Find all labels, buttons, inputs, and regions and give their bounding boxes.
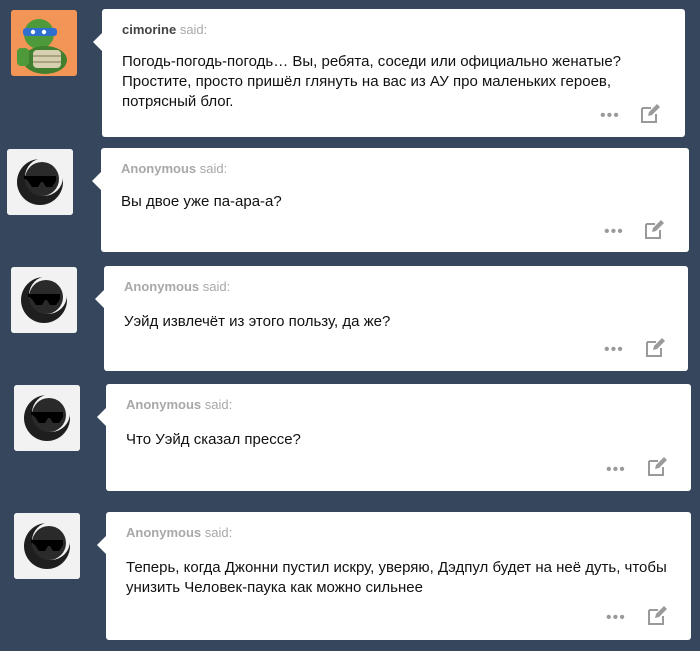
asker-line: Anonymous said:: [126, 525, 232, 540]
asker-name[interactable]: cimorine: [122, 22, 176, 37]
asker-name: Anonymous: [124, 279, 200, 294]
ask-card: Anonymous said: Уэйд извлечёт из этого п…: [95, 266, 688, 371]
asker-line: Anonymous said:: [126, 397, 232, 412]
more-dots-icon[interactable]: •••: [606, 610, 626, 626]
asker-line: Anonymous said:: [124, 279, 230, 294]
edit-pencil-icon[interactable]: [643, 219, 665, 241]
more-dots-icon[interactable]: •••: [604, 224, 624, 240]
asker-avatar[interactable]: [11, 10, 77, 76]
asker-line: Anonymous said:: [121, 161, 227, 176]
edit-pencil-icon[interactable]: [646, 605, 668, 627]
more-dots-icon[interactable]: •••: [604, 342, 624, 358]
asker-avatar[interactable]: [7, 149, 73, 215]
ask-card: Anonymous said: Вы двое уже па-ара-а? ••…: [92, 148, 689, 252]
question-text: Погодь-погодь-погодь… Вы, ребята, соседи…: [122, 53, 622, 110]
asker-avatar[interactable]: [14, 513, 80, 579]
asker-name: Anonymous: [126, 525, 202, 540]
edit-pencil-icon[interactable]: [639, 103, 661, 125]
asker-line: cimorine said:: [122, 22, 207, 37]
more-dots-icon[interactable]: •••: [606, 462, 626, 478]
question-text: Уэйд извлечёт из этого пользу, да же?: [124, 313, 391, 330]
said-label: said:: [204, 525, 233, 540]
asker-avatar[interactable]: [14, 385, 80, 451]
said-label: said:: [179, 22, 208, 37]
edit-pencil-icon[interactable]: [644, 337, 666, 359]
sunglasses-moon-avatar-icon: [14, 385, 80, 451]
ask-card: Anonymous said: Теперь, когда Джонни пус…: [97, 512, 691, 640]
asker-name: Anonymous: [126, 397, 202, 412]
asker-avatar[interactable]: [11, 267, 77, 333]
sunglasses-moon-avatar-icon: [7, 149, 73, 215]
said-label: said:: [202, 279, 231, 294]
question-text: Вы двое уже па-ара-а?: [121, 193, 282, 210]
ask-card: Anonymous said: Что Уэйд сказал прессе? …: [97, 384, 691, 491]
sunglasses-moon-avatar-icon: [14, 513, 80, 579]
question-text: Что Уэйд сказал прессе?: [126, 431, 301, 448]
said-label: said:: [199, 161, 228, 176]
more-dots-icon[interactable]: •••: [600, 108, 620, 124]
edit-pencil-icon[interactable]: [646, 456, 668, 478]
question-text: Теперь, когда Джонни пустил искру, уверя…: [126, 559, 667, 596]
said-label: said:: [204, 397, 233, 412]
sunglasses-moon-avatar-icon: [11, 267, 77, 333]
ask-card: cimorine said: Погодь-погодь-погодь… Вы,…: [93, 9, 685, 137]
asker-name: Anonymous: [121, 161, 197, 176]
turtle-avatar-icon: [11, 10, 77, 76]
